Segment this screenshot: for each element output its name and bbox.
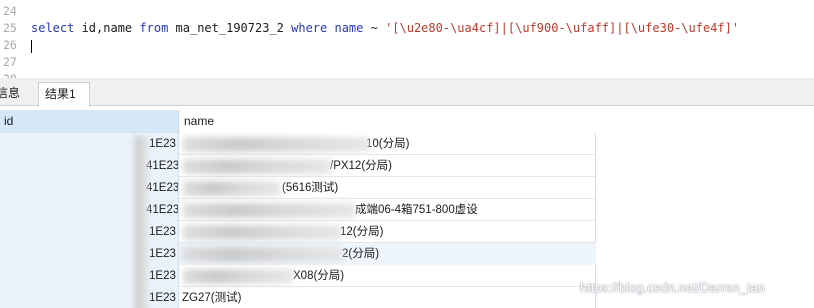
result-tab-bar: 信息 结果1 — [0, 78, 814, 107]
cell-name-text: X08(分局) — [293, 270, 345, 282]
result-grid[interactable]: id name 1E23 10(分局) 41E23 /PX12(分局) 41E2… — [0, 110, 596, 308]
cell-id-text: 1E23 — [149, 226, 176, 238]
column-header-name[interactable]: name — [180, 110, 596, 133]
line-number: 27 — [3, 55, 17, 69]
cell-id-text: 1E23 — [149, 248, 176, 260]
cell-id[interactable]: 1E23 — [0, 243, 179, 265]
cell-id[interactable]: 41E23 — [0, 155, 179, 177]
cell-id[interactable]: 41E23 — [0, 177, 179, 199]
redaction-mask-name — [183, 247, 343, 262]
cell-name[interactable]: ZG27(测试) — [180, 287, 596, 308]
cell-name-text: 10(分局) — [366, 138, 410, 150]
redaction-mask-id — [134, 136, 148, 308]
cell-name-text: ZG27(测试) — [182, 292, 242, 304]
cell-name-text: (5616测试) — [282, 182, 339, 194]
cell-id-text: 41E23 — [146, 204, 179, 216]
sql-editor[interactable]: 24 25 26 27 28 select id,name from ma_ne… — [0, 0, 814, 78]
cell-id-text: 1E23 — [149, 138, 176, 150]
sql-field: name — [327, 21, 364, 35]
cell-id[interactable]: 1E23 — [0, 287, 179, 308]
line-number: 25 — [3, 21, 17, 35]
watermark-text: https://blog.csdn.net/Darren_tan — [580, 280, 766, 295]
cell-id-text: 41E23 — [146, 160, 179, 172]
redaction-mask-name — [183, 203, 355, 218]
cell-id[interactable]: 1E23 — [0, 133, 179, 155]
line-number: 24 — [3, 4, 17, 18]
line-number-gutter: 24 25 26 27 28 — [0, 0, 24, 78]
sql-keyword-from: from — [139, 21, 169, 35]
cell-name-text: 成端06-4箱751-800虚设 — [355, 204, 478, 216]
cell-id-text: 1E23 — [149, 292, 176, 304]
cell-name-text: 2(分局) — [342, 248, 380, 260]
cell-id[interactable]: 1E23 — [0, 221, 179, 243]
grid-header: id name — [0, 110, 596, 133]
sql-operator: ~ — [363, 21, 386, 35]
table-row[interactable]: 41E23 (5616测试) — [0, 177, 596, 199]
cell-id-text: 41E23 — [146, 182, 179, 194]
cell-name-text: /PX12(分局) — [330, 160, 392, 172]
column-header-id[interactable]: id — [0, 110, 179, 133]
sql-keyword-where: where — [291, 21, 328, 35]
cell-id[interactable]: 1E23 — [0, 265, 179, 287]
sql-table-name: ma_net_190723_2 — [168, 21, 292, 35]
redaction-mask-name — [183, 137, 369, 152]
sql-keyword-select: select — [31, 21, 75, 35]
line-number: 26 — [3, 38, 17, 52]
table-row[interactable]: 1E23 ZG27(测试) — [0, 287, 596, 308]
cell-id[interactable]: 41E23 — [0, 199, 179, 221]
redaction-mask-name — [183, 181, 281, 196]
redaction-mask-name — [183, 269, 293, 284]
redaction-mask-name — [183, 159, 331, 174]
cell-id-text: 1E23 — [149, 270, 176, 282]
redaction-mask-name — [183, 225, 341, 240]
text-cursor — [31, 40, 32, 53]
tab-info[interactable]: 信息 — [0, 82, 32, 106]
sql-regex-string: '[\u2e80-\ua4cf]|[\uf900-\ufaff]|[\ufe30… — [385, 21, 740, 35]
tab-result-1[interactable]: 结果1 — [38, 82, 90, 107]
table-row[interactable]: 1E23 X08(分局) — [0, 265, 596, 287]
sql-query-line[interactable]: select id,name from ma_net_190723_2 wher… — [31, 21, 739, 35]
sql-columns: id,name — [74, 21, 140, 35]
cell-name-text: 12(分局) — [340, 226, 384, 238]
